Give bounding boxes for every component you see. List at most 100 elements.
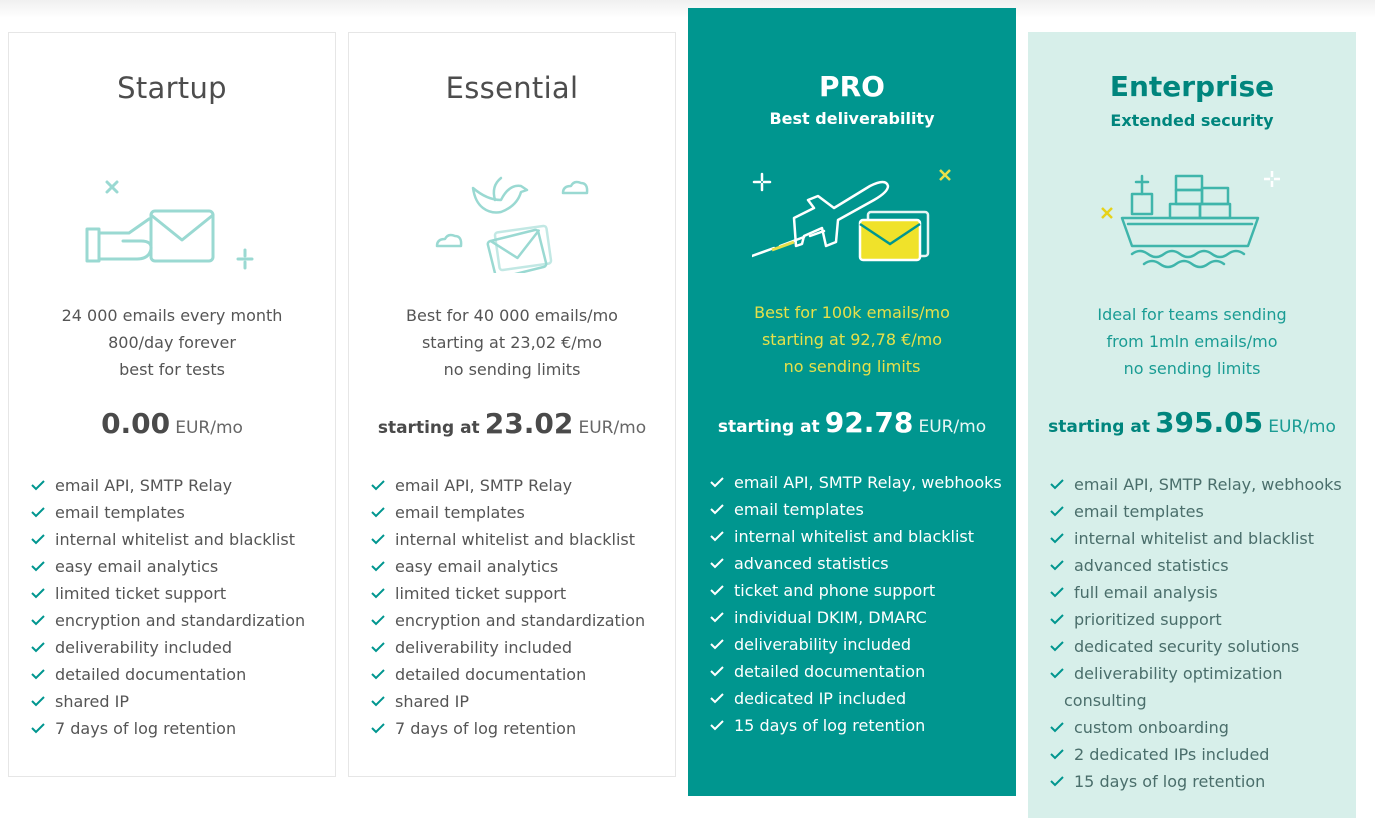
- price-unit: EUR/mo: [175, 418, 243, 438]
- feature-item: 7 days of log retention: [31, 715, 327, 742]
- check-icon: [31, 723, 45, 734]
- check-icon: [31, 561, 45, 572]
- plan-price: starting at 23.02 EUR/mo: [349, 407, 675, 440]
- feature-item: 7 days of log retention: [371, 715, 667, 742]
- feature-item: email templates: [710, 496, 1008, 523]
- check-icon: [371, 669, 385, 680]
- check-icon: [710, 612, 724, 623]
- check-icon: [371, 723, 385, 734]
- feature-item: email templates: [1050, 498, 1348, 525]
- plan-subtitle: Best deliverability: [769, 109, 935, 128]
- feature-item: encryption and standardization: [31, 607, 327, 634]
- feature-item: easy email analytics: [31, 553, 327, 580]
- feature-item: email API, SMTP Relay, webhooks: [710, 469, 1008, 496]
- price-amount: 0.00: [101, 407, 171, 440]
- feature-item: shared IP: [371, 688, 667, 715]
- check-icon: [710, 720, 724, 731]
- feature-item: internal whitelist and blacklist: [710, 523, 1008, 550]
- check-icon: [31, 480, 45, 491]
- price-prefix: starting at: [377, 418, 480, 438]
- feature-list: email API, SMTP Relay email templates in…: [31, 472, 327, 742]
- plan-price: 0.00 EUR/mo: [9, 407, 335, 440]
- plan-title: Enterprise: [1109, 70, 1275, 103]
- feature-item: email templates: [371, 499, 667, 526]
- plan-card-essential[interactable]: Essential Best for 40 000 emails/mo star…: [348, 32, 676, 777]
- feature-item: deliverability included: [31, 634, 327, 661]
- price-amount: 92.78: [824, 406, 914, 439]
- check-icon: [710, 693, 724, 704]
- check-icon: [1050, 776, 1064, 787]
- airplane-envelope-icon: [752, 169, 951, 262]
- plan-card-startup[interactable]: Startup 24 000 emails every month 800/da…: [8, 32, 336, 777]
- feature-item: email API, SMTP Relay: [31, 472, 327, 499]
- feature-item: prioritized support: [1050, 606, 1348, 633]
- check-icon: [31, 642, 45, 653]
- feature-item: deliverability included: [710, 631, 1008, 658]
- check-icon: [710, 477, 724, 488]
- price-prefix: starting at: [1048, 417, 1150, 437]
- feature-item: encryption and standardization: [371, 607, 667, 634]
- feature-item: full email analysis: [1050, 579, 1348, 606]
- feature-item: dedicated IP included: [710, 685, 1008, 712]
- plan-title: Essential: [445, 71, 579, 105]
- feature-item: detailed documentation: [371, 661, 667, 688]
- feature-item: custom onboarding: [1050, 714, 1348, 741]
- feature-item: email templates: [31, 499, 327, 526]
- check-icon: [1050, 722, 1064, 733]
- feature-item: individual DKIM, DMARC: [710, 604, 1008, 631]
- cargo-ship-icon: [1101, 171, 1280, 269]
- feature-item: email API, SMTP Relay: [371, 472, 667, 499]
- check-icon: [1050, 749, 1064, 760]
- check-icon: [710, 558, 724, 569]
- feature-item: 2 dedicated IPs included: [1050, 741, 1348, 768]
- feature-item: limited ticket support: [31, 580, 327, 607]
- feature-item: advanced statistics: [710, 550, 1008, 577]
- feature-item: internal whitelist and blacklist: [1050, 525, 1348, 552]
- plan-card-pro[interactable]: PRO Best deliverability Best for 100k em…: [688, 8, 1016, 796]
- check-icon: [1050, 560, 1064, 571]
- price-amount: 23.02: [484, 407, 574, 440]
- plan-title: Startup: [117, 71, 227, 105]
- check-icon: [371, 561, 385, 572]
- check-icon: [1050, 506, 1064, 517]
- check-icon: [371, 696, 385, 707]
- feature-item-continuation: consulting: [1064, 691, 1147, 710]
- hand-holding-envelope-icon: [85, 180, 254, 270]
- feature-item: deliverability optimization: [1050, 660, 1348, 687]
- plan-description: Best for 100k emails/mo starting at 92,7…: [754, 303, 950, 376]
- check-icon: [1050, 479, 1064, 490]
- plan-description: Ideal for teams sending from 1mln emails…: [1097, 305, 1287, 378]
- check-icon: [710, 504, 724, 515]
- feature-item: advanced statistics: [1050, 552, 1348, 579]
- feature-item: detailed documentation: [710, 658, 1008, 685]
- price-unit: EUR/mo: [918, 417, 987, 437]
- plan-subtitle: Extended security: [1110, 111, 1274, 130]
- check-icon: [31, 696, 45, 707]
- feature-list: email API, SMTP Relay email templates in…: [371, 472, 667, 742]
- price-amount: 395.05: [1155, 406, 1264, 439]
- feature-list: email API, SMTP Relay, webhooks email te…: [1050, 471, 1348, 795]
- feature-item: shared IP: [31, 688, 327, 715]
- check-icon: [371, 507, 385, 518]
- feature-item: easy email analytics: [371, 553, 667, 580]
- feature-item: deliverability included: [371, 634, 667, 661]
- check-icon: [1050, 587, 1064, 598]
- check-icon: [371, 615, 385, 626]
- check-icon: [31, 588, 45, 599]
- plan-title: PRO: [819, 70, 885, 103]
- check-icon: [1050, 533, 1064, 544]
- price-unit: EUR/mo: [1268, 417, 1336, 437]
- check-icon: [710, 585, 724, 596]
- feature-item: email API, SMTP Relay, webhooks: [1050, 471, 1348, 498]
- feature-list: email API, SMTP Relay, webhooks email te…: [710, 469, 1008, 739]
- check-icon: [31, 669, 45, 680]
- price-prefix: starting at: [717, 417, 820, 437]
- check-icon: [371, 480, 385, 491]
- feature-item: 15 days of log retention: [710, 712, 1008, 739]
- plan-card-enterprise[interactable]: Enterprise Extended security Ideal for t…: [1028, 32, 1356, 818]
- check-icon: [31, 507, 45, 518]
- feature-item: 15 days of log retention: [1050, 768, 1348, 795]
- feature-item: internal whitelist and blacklist: [371, 526, 667, 553]
- plan-price: starting at 92.78 EUR/mo: [688, 406, 1016, 439]
- check-icon: [371, 534, 385, 545]
